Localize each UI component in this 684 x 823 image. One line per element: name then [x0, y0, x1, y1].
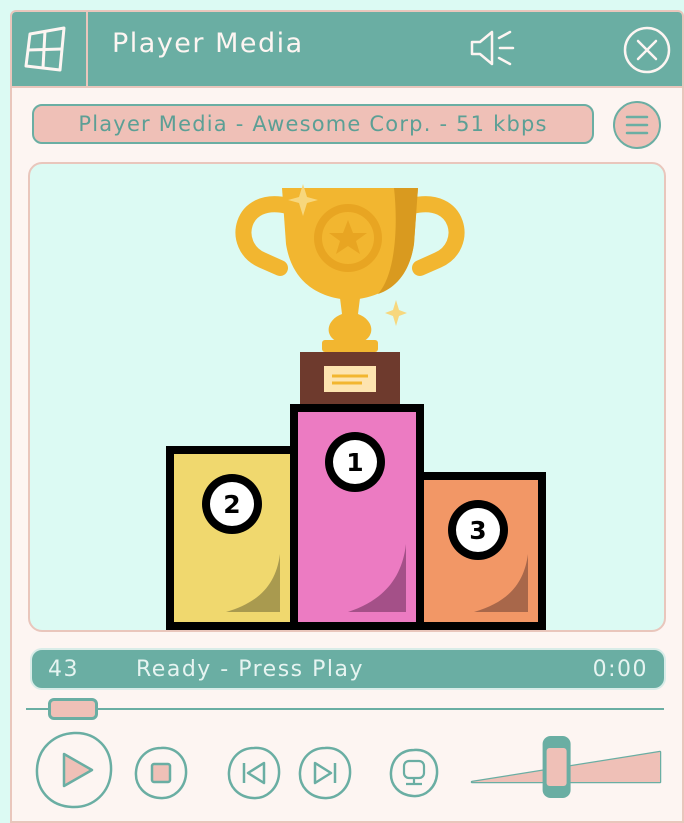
podium-first-place: 1 [290, 404, 424, 630]
play-button[interactable] [34, 730, 114, 810]
place-1-label: 1 [346, 448, 363, 477]
seek-track[interactable] [26, 708, 664, 710]
window-title: Player Media [112, 28, 304, 59]
close-icon[interactable] [622, 25, 672, 75]
place-3-label: 3 [469, 516, 486, 545]
speaker-mute-icon[interactable] [468, 26, 516, 70]
skip-next-icon [313, 761, 337, 785]
podium-third-place: 3 [412, 472, 546, 630]
skip-previous-icon [242, 761, 266, 785]
stop-icon [150, 762, 172, 784]
media-player-window: Player Media Player Media - Awesome Corp… [10, 10, 684, 823]
monitor-icon [402, 759, 426, 786]
volume-slider[interactable] [468, 732, 664, 804]
stop-button[interactable] [133, 745, 189, 801]
title-bar: Player Media [12, 12, 682, 88]
video-screen: 2 3 1 [28, 162, 666, 632]
title-divider [86, 12, 88, 86]
menu-button[interactable] [613, 101, 661, 149]
hamburger-menu-icon [625, 115, 649, 135]
cast-button[interactable] [388, 747, 440, 799]
previous-button[interactable] [226, 745, 282, 801]
volume-thumb-face [546, 748, 567, 786]
track-number: 43 [48, 657, 79, 682]
status-message: Ready - Press Play [136, 657, 364, 682]
next-button[interactable] [297, 745, 353, 801]
seek-thumb[interactable] [47, 698, 98, 720]
play-icon [62, 752, 94, 788]
podium-second-place: 2 [166, 446, 300, 630]
seek-bar[interactable] [26, 696, 666, 724]
trophy-podium-illustration: 2 3 1 [166, 184, 546, 630]
place-2-label: 2 [223, 490, 240, 519]
elapsed-time: 0:00 [592, 657, 648, 682]
track-info-bar: Player Media - Awesome Corp. - 51 kbps [32, 104, 594, 144]
status-bar: 43 Ready - Press Play 0:00 [30, 648, 666, 690]
windows-logo-icon[interactable] [20, 22, 74, 76]
